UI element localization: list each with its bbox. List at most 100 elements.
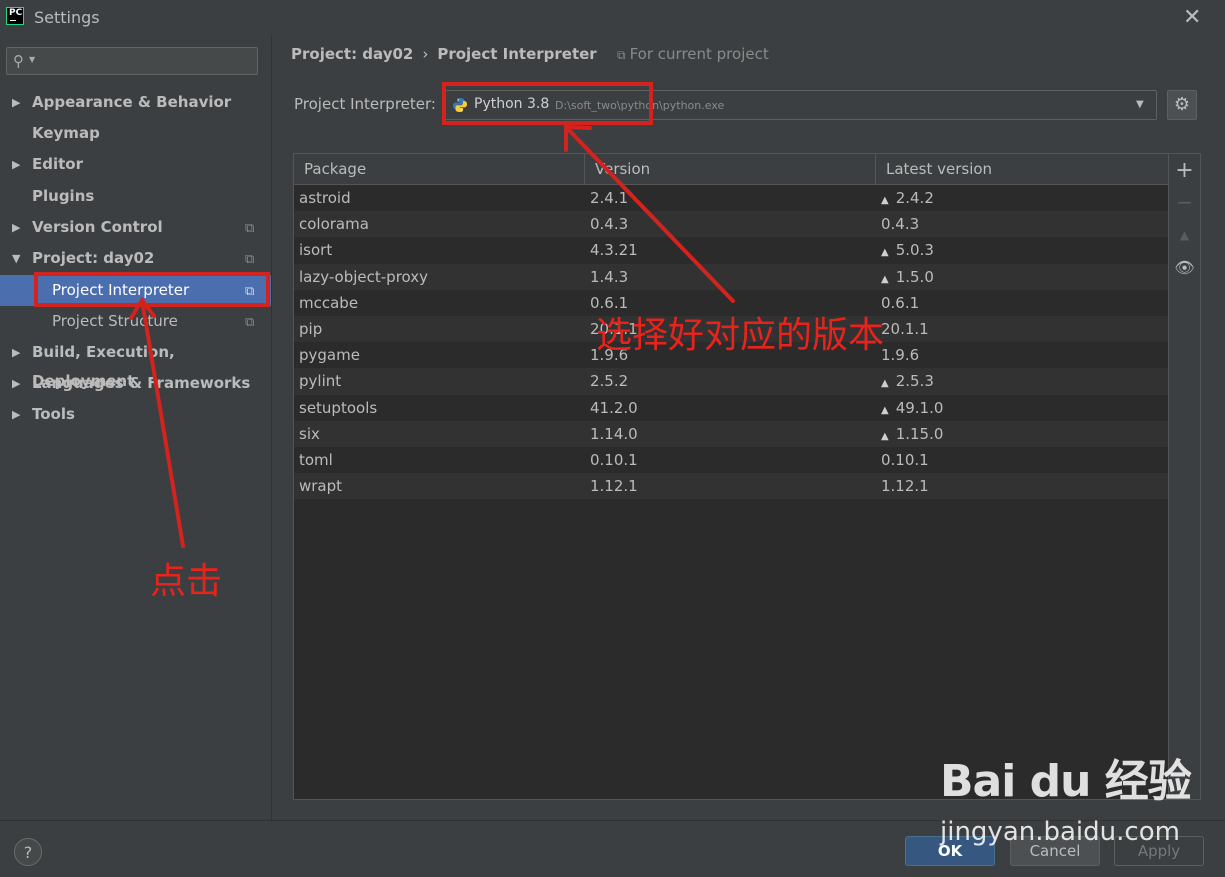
upgrade-available-icon: ▲ [881, 247, 889, 259]
package-latest-version: 0.4.3 [881, 211, 919, 237]
package-latest-version: 1.12.1 [881, 473, 929, 499]
expand-arrow-icon: ▶ [12, 377, 21, 390]
sidebar-item-tools[interactable]: ▶ Tools [0, 400, 271, 429]
package-name: six [299, 424, 320, 443]
annotation-choose-version: 选择好对应的版本 [596, 315, 885, 356]
package-latest-version: 0.6.1 [881, 290, 919, 316]
project-interpreter-highlight-box [34, 272, 270, 307]
breadcrumb-separator: › [422, 45, 429, 63]
sidebar-item-build-execution-deployment[interactable]: ▶ Build, Execution, Deployment [0, 338, 271, 390]
latest-version-value: 5.0.3 [895, 241, 934, 260]
close-icon[interactable]: ✕ [1183, 5, 1201, 30]
package-name: toml [299, 450, 333, 469]
sidebar-item-editor[interactable]: ▶ Editor [0, 150, 271, 179]
sidebar-item-plugins[interactable]: Plugins [0, 182, 271, 211]
window-title: Settings [34, 8, 100, 27]
package-name: setuptools [299, 398, 378, 417]
chevron-down-icon: ▼ [29, 55, 36, 64]
remove-package-icon[interactable]: − [1169, 190, 1200, 214]
sidebar-item-project[interactable]: ▼ Project: day02 ⧉ [0, 244, 271, 273]
latest-version-value: 2.5.3 [895, 372, 934, 391]
latest-version-value: 0.6.1 [881, 293, 920, 312]
package-version: 4.3.21 [590, 241, 638, 260]
table-row[interactable]: isort 4.3.21 ▲ 5.0.3 [294, 237, 1168, 263]
expand-arrow-icon: ▶ [12, 158, 21, 171]
packages-table: Package Version Latest version astroid 2.… [293, 153, 1169, 800]
latest-version-value: 1.12.1 [881, 477, 929, 496]
table-row[interactable]: setuptools 41.2.0 ▲ 49.1.0 [294, 395, 1168, 421]
package-latest-version: ▲ 2.4.2 [881, 185, 934, 214]
package-latest-version: 1.9.6 [881, 342, 919, 368]
sidebar-item-keymap[interactable]: Keymap [0, 119, 271, 148]
pycharm-icon: PC [6, 7, 24, 25]
package-latest-version: ▲ 2.5.3 [881, 368, 934, 397]
latest-version-value: 2.4.2 [895, 189, 934, 207]
title-bar: PC Settings ✕ [0, 0, 1225, 36]
settings-sidebar: ⚲ ▼ ▶ Appearance & Behavior Keymap ▶ Edi… [0, 36, 272, 820]
project-scope-icon: ⧉ [245, 221, 255, 236]
collapse-arrow-icon: ▼ [12, 252, 21, 265]
interpreter-settings-button[interactable]: ⚙ [1167, 90, 1197, 120]
project-scope-icon: ⧉ [245, 252, 255, 267]
annotation-click: 点击 [150, 561, 223, 602]
package-latest-version: ▲ 49.1.0 [881, 395, 943, 424]
latest-version-value: 0.10.1 [881, 450, 929, 469]
sidebar-item-project-structure[interactable]: Project Structure ⧉ [0, 307, 271, 336]
interpreter-label: Project Interpreter: [294, 95, 436, 113]
package-latest-version: ▲ 1.5.0 [881, 264, 934, 293]
package-toolbar: + − ▲ 👁 [1169, 153, 1201, 800]
breadcrumb-project[interactable]: Project: day02 [291, 45, 413, 63]
add-package-icon[interactable]: + [1169, 158, 1200, 183]
package-version: 0.4.3 [590, 215, 629, 234]
expand-arrow-icon: ▶ [12, 346, 21, 359]
settings-search-input[interactable]: ⚲ ▼ [6, 47, 258, 75]
table-header: Package Version Latest version [294, 154, 1168, 185]
scope-indicator: ⧉ For current project [617, 45, 769, 63]
table-row[interactable]: lazy-object-proxy 1.4.3 ▲ 1.5.0 [294, 263, 1168, 293]
package-name: wrapt [299, 477, 343, 496]
package-name: mccabe [299, 293, 359, 312]
latest-version-value: 1.5.0 [895, 267, 934, 286]
package-name: pip [299, 319, 323, 338]
expand-arrow-icon: ▶ [12, 408, 21, 421]
table-row[interactable]: six 1.14.0 ▲ 1.15.0 [294, 420, 1168, 447]
package-latest-version: ▲ 5.0.3 [881, 237, 934, 266]
latest-version-value: 20.1.1 [881, 319, 929, 338]
table-row[interactable]: colorama 0.4.3 0.4.3 [294, 211, 1168, 238]
column-header-package[interactable]: Package [294, 154, 585, 184]
search-icon: ⚲ [13, 52, 24, 70]
package-version: 2.5.2 [590, 372, 629, 391]
sidebar-item-languages-frameworks[interactable]: ▶ Languages & Frameworks [0, 369, 271, 398]
latest-version-value: 49.1.0 [895, 398, 944, 417]
upgrade-package-icon[interactable]: ▲ [1169, 228, 1200, 242]
sidebar-item-version-control[interactable]: ▶ Version Control ⧉ [0, 213, 271, 242]
column-header-version[interactable]: Version [585, 154, 876, 184]
table-row[interactable]: toml 0.10.1 0.10.1 [294, 447, 1168, 473]
table-row[interactable]: wrapt 1.12.1 1.12.1 [294, 473, 1168, 500]
column-header-latest-version[interactable]: Latest version [876, 154, 1168, 184]
package-name: pygame [299, 346, 360, 365]
package-name: lazy-object-proxy [299, 267, 429, 286]
upgrade-available-icon: ▲ [881, 195, 889, 206]
upgrade-available-icon: ▲ [881, 378, 889, 390]
eye-icon[interactable]: 👁 [1169, 258, 1200, 277]
table-row[interactable]: astroid 2.4.1 ▲ 2.4.2 [294, 185, 1168, 211]
package-version: 1.4.3 [590, 267, 629, 286]
help-button[interactable]: ? [14, 838, 42, 866]
package-version: 0.10.1 [590, 450, 638, 469]
table-row[interactable]: pylint 2.5.2 ▲ 2.5.3 [294, 368, 1168, 397]
chevron-down-icon[interactable]: ▼ [1136, 99, 1144, 110]
interpreter-highlight-box [442, 82, 653, 125]
upgrade-available-icon: ▲ [881, 273, 889, 285]
expand-arrow-icon: ▶ [12, 221, 21, 234]
gear-icon: ⚙ [1173, 94, 1191, 115]
latest-version-value: 1.15.0 [895, 424, 944, 443]
package-name: isort [299, 241, 333, 260]
latest-version-value: 0.4.3 [881, 215, 920, 234]
breadcrumb: Project: day02 › Project Interpreter [291, 45, 597, 63]
project-scope-icon: ⧉ [617, 48, 626, 62]
package-version: 41.2.0 [590, 398, 638, 417]
watermark-brand: Bai du 经验 [940, 756, 1192, 807]
sidebar-item-appearance-behavior[interactable]: ▶ Appearance & Behavior [0, 88, 271, 117]
breadcrumb-page: Project Interpreter [437, 45, 597, 63]
